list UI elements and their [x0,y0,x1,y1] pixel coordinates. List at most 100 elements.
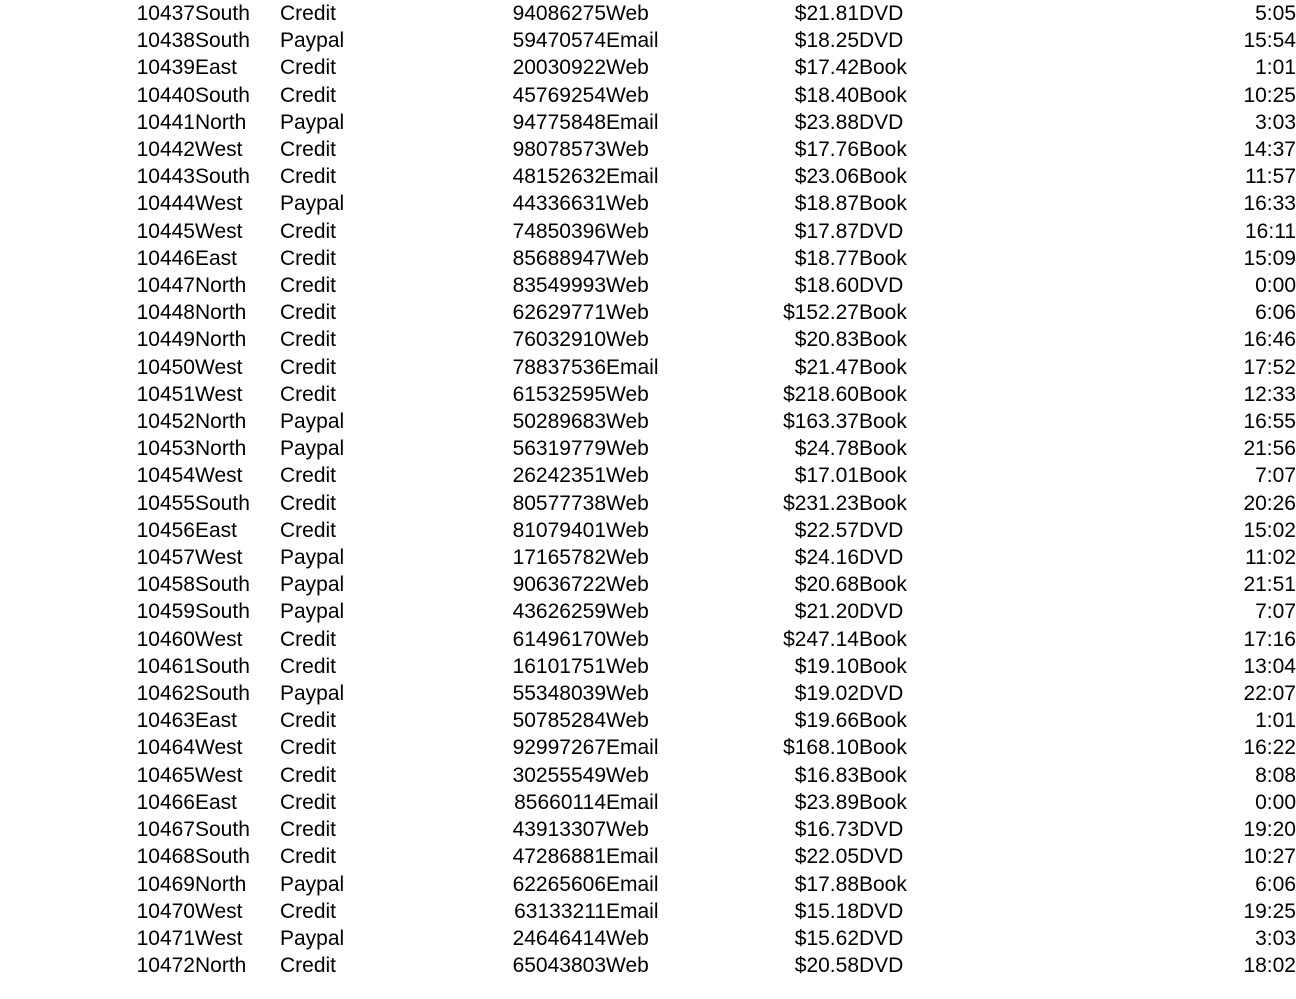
cell-channel: Email [606,736,659,760]
cell-payment: Credit [280,382,337,406]
table-row: 10466 East Credit 85660114 Email $23.89 Book 0:… [0,789,1296,816]
cell-order: 74850396 [512,219,606,243]
cell-region: South [195,573,250,597]
cell-channel: Web [606,274,649,298]
cell-channel: Web [606,2,649,25]
cell-region: West [195,627,243,651]
cell-id: 10460 [136,627,195,651]
cell-order: 81079401 [512,518,606,542]
cell-amount: $17.01 [794,464,859,488]
cell-time: 15:54 [1243,29,1296,53]
cell-amount: $20.83 [794,328,859,352]
cell-region: West [195,926,243,950]
cell-payment: Paypal [280,682,345,706]
cell-amount: $21.47 [794,355,859,379]
cell-order: 56319779 [512,437,606,461]
cell-product: Book [859,410,907,434]
cell-amount: $231.23 [783,491,859,515]
cell-payment: Paypal [280,546,345,570]
cell-payment: Paypal [280,410,345,434]
table-row: 10440 South Credit 45769254 Web $18.40 Book 10:… [0,82,1296,109]
cell-amount: $17.88 [794,872,859,896]
cell-channel: Web [606,437,649,461]
cell-region: North [195,437,247,461]
cell-channel: Web [606,818,649,842]
cell-time: 14:37 [1243,138,1296,162]
cell-id: 10443 [136,165,195,189]
cell-time: 5:05 [1255,2,1296,25]
cell-product: Book [859,56,907,80]
cell-time: 11:57 [1245,165,1296,189]
cell-product: DVD [859,546,904,570]
cell-product: DVD [859,2,904,25]
cell-order: 65043803 [512,954,606,978]
cell-order: 45769254 [512,83,606,107]
cell-id: 10469 [136,872,195,896]
cell-amount: $17.87 [794,219,859,243]
cell-id: 10462 [136,682,195,706]
cell-time: 6:06 [1255,872,1296,896]
cell-amount: $15.62 [794,926,859,950]
cell-order: 63133211 [514,899,606,923]
cell-product: Book [859,573,907,597]
cell-time: 10:25 [1243,83,1296,107]
cell-amount: $152.27 [783,301,859,325]
cell-id: 10472 [136,954,195,978]
cell-channel: Web [606,138,649,162]
cell-id: 10463 [136,709,195,733]
cell-time: 1:01 [1255,56,1296,80]
cell-product: Book [859,138,907,162]
cell-channel: Web [606,464,649,488]
cell-channel: Web [606,83,649,107]
cell-region: South [195,682,250,706]
cell-channel: Email [606,899,659,923]
cell-time: 10:27 [1243,845,1296,869]
cell-region: North [195,872,247,896]
cell-region: South [195,845,250,869]
cell-product: Book [859,165,907,189]
cell-time: 16:46 [1243,328,1296,352]
cell-time: 19:20 [1243,818,1296,842]
cell-region: South [195,2,250,25]
cell-payment: Credit [280,301,337,325]
cell-id: 10448 [136,301,195,325]
cell-amount: $17.76 [794,138,859,162]
cell-region: West [195,192,243,216]
cell-product: DVD [859,219,904,243]
cell-time: 1:01 [1255,709,1296,733]
cell-order: 78837536 [512,355,606,379]
cell-product: Book [859,328,907,352]
cell-product: DVD [859,899,904,923]
cell-region: West [195,464,243,488]
cell-id: 10442 [136,138,195,162]
cell-id: 10449 [136,328,195,352]
cell-payment: Credit [280,627,337,651]
cell-amount: $19.02 [794,682,859,706]
cell-id: 10447 [136,274,195,298]
cell-time: 15:09 [1243,246,1296,270]
table-row: 10444 West Paypal 44336631 Web $18.87 Book 16:3… [0,190,1296,217]
cell-region: East [195,56,238,80]
cell-time: 16:22 [1243,736,1296,760]
cell-payment: Credit [280,165,337,189]
cell-time: 18:02 [1243,954,1296,978]
table-row: 10465 West Credit 30255549 Web $16.83 Book 8:08 [0,762,1296,789]
cell-region: West [195,763,243,787]
cell-id: 10470 [136,899,195,923]
cell-payment: Credit [280,83,337,107]
cell-id: 10440 [136,83,195,107]
table-row: 10463 East Credit 50785284 Web $19.66 Book 1:01 [0,707,1296,734]
table-row: 10454 West Credit 26242351 Web $17.01 Book 7:07 [0,462,1296,489]
cell-channel: Email [606,355,659,379]
table-row: 10453 North Paypal 56319779 Web $24.78 Book 21:… [0,435,1296,462]
table-row: 10449 North Credit 76032910 Web $20.83 Book 16:… [0,326,1296,353]
cell-order: 62629771 [512,301,606,325]
cell-payment: Credit [280,246,337,270]
cell-region: West [195,899,243,923]
cell-order: 26242351 [512,464,606,488]
cell-region: West [195,355,243,379]
table-row: 10467 South Credit 43913307 Web $16.73 DVD 19:2… [0,816,1296,843]
cell-payment: Credit [280,954,337,978]
cell-channel: Web [606,546,649,570]
cell-product: DVD [859,954,904,978]
